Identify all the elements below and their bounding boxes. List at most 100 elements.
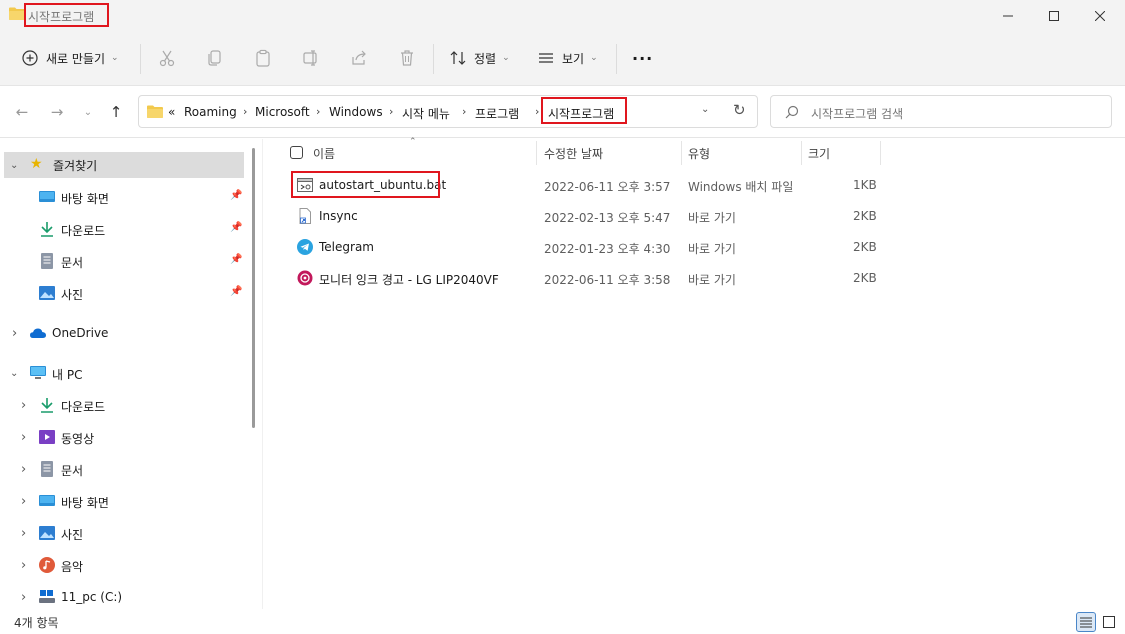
- view-button[interactable]: 보기 ⌄: [538, 44, 598, 72]
- download-icon: [41, 222, 53, 237]
- printer-shortcut-icon: [297, 270, 313, 286]
- refresh-button[interactable]: ↻: [733, 101, 746, 119]
- sidebar-item-label: 즐겨찾기: [53, 159, 98, 173]
- column-divider[interactable]: [880, 141, 881, 165]
- chevron-right-icon[interactable]: ›: [21, 494, 26, 509]
- large-icons-view-button[interactable]: [1099, 612, 1119, 632]
- sidebar-item-this-pc[interactable]: ⌄ 내 PC: [0, 360, 244, 386]
- chevron-right-icon[interactable]: ›: [21, 526, 26, 541]
- details-view-button[interactable]: [1076, 612, 1096, 632]
- breadcrumb-start-menu[interactable]: 시작 메뉴: [402, 105, 450, 122]
- sidebar-item-pictures[interactable]: 사진 📌: [0, 280, 244, 306]
- sidebar-item-onedrive[interactable]: › OneDrive: [0, 320, 244, 346]
- recent-locations-button[interactable]: ⌄: [77, 101, 99, 123]
- sidebar-item-music[interactable]: › 음악: [0, 552, 244, 578]
- pin-icon: 📌: [230, 254, 243, 265]
- chevron-right-icon[interactable]: ›: [12, 326, 17, 341]
- chevron-down-icon: ⌄: [701, 104, 710, 115]
- share-icon: [352, 50, 366, 65]
- sidebar-item-label: 11_pc (C:): [61, 590, 123, 604]
- title-bar: 시작프로그램: [0, 0, 1125, 32]
- arrow-left-icon: ←: [15, 103, 29, 121]
- cut-button[interactable]: [155, 46, 179, 70]
- rename-button[interactable]: [299, 46, 323, 70]
- delete-button[interactable]: [395, 46, 419, 70]
- music-icon: [39, 557, 55, 573]
- desktop-icon: [39, 495, 55, 506]
- column-divider[interactable]: [801, 141, 802, 165]
- chevron-down-icon[interactable]: ⌄: [10, 160, 18, 171]
- share-button[interactable]: [347, 46, 371, 70]
- sidebar-item-label: 다운로드: [61, 224, 106, 238]
- sidebar-item-pc-documents[interactable]: › 문서: [0, 456, 244, 482]
- chevron-right-icon[interactable]: ›: [21, 590, 26, 605]
- new-button[interactable]: 새로 만들기 ⌄: [22, 44, 119, 72]
- minimize-button[interactable]: [985, 0, 1031, 32]
- chevron-right-icon[interactable]: ›: [389, 105, 393, 118]
- pin-icon: 📌: [230, 222, 243, 233]
- column-header-date[interactable]: 수정한 날짜: [544, 145, 603, 162]
- paste-button[interactable]: [251, 46, 275, 70]
- back-button[interactable]: ←: [11, 101, 33, 123]
- download-icon: [41, 398, 53, 413]
- search-box[interactable]: 시작프로그램 검색: [770, 95, 1112, 128]
- sidebar-item-videos[interactable]: › 동영상: [0, 424, 244, 450]
- chevron-right-icon[interactable]: ›: [21, 558, 26, 573]
- address-bar[interactable]: « Roaming › Microsoft › Windows › 시작 메뉴 …: [138, 95, 758, 128]
- chevron-right-icon[interactable]: ›: [462, 105, 466, 118]
- sidebar-item-quick-access[interactable]: ⌄ ★ 즐겨찾기: [4, 152, 244, 178]
- toolbar-separator: [140, 44, 141, 74]
- file-date: 2022-02-13 오후 5:47: [544, 211, 671, 225]
- file-highlight-box: [291, 171, 440, 198]
- breadcrumb-highlight-box: [541, 97, 627, 124]
- column-divider[interactable]: [536, 141, 537, 165]
- pictures-icon: [39, 286, 55, 300]
- sidebar-item-pc-downloads[interactable]: › 다운로드: [0, 392, 244, 418]
- maximize-button[interactable]: [1031, 0, 1077, 32]
- sidebar-item-downloads[interactable]: 다운로드 📌: [0, 216, 244, 242]
- file-date: 2022-06-11 오후 3:57: [544, 180, 671, 194]
- chevron-right-icon[interactable]: ›: [21, 398, 26, 413]
- sidebar-scrollbar[interactable]: [252, 148, 255, 428]
- chevron-right-icon[interactable]: ›: [21, 462, 26, 477]
- refresh-icon: ↻: [733, 101, 746, 119]
- sort-button[interactable]: 정렬 ⌄: [450, 44, 510, 72]
- copy-button[interactable]: [203, 46, 227, 70]
- select-all-checkbox[interactable]: [290, 146, 303, 159]
- more-options-button[interactable]: ···: [632, 44, 653, 72]
- column-header-size[interactable]: 크기: [808, 145, 830, 162]
- sidebar-item-documents[interactable]: 문서 📌: [0, 248, 244, 274]
- forward-button[interactable]: →: [46, 101, 68, 123]
- sidebar-item-desktop[interactable]: 바탕 화면 📌: [0, 184, 244, 210]
- breadcrumb-microsoft[interactable]: Microsoft: [255, 105, 310, 119]
- chevron-right-icon[interactable]: ›: [243, 105, 247, 118]
- chevron-right-icon[interactable]: ›: [316, 105, 320, 118]
- breadcrumb-programs[interactable]: 프로그램: [475, 105, 519, 122]
- chevron-down-icon[interactable]: ⌄: [10, 368, 18, 379]
- close-button[interactable]: [1077, 0, 1123, 32]
- videos-icon: [39, 430, 55, 444]
- address-dropdown-button[interactable]: ⌄: [701, 104, 709, 115]
- tiles-view-icon: [1103, 616, 1115, 628]
- file-date: 2022-01-23 오후 4:30: [544, 242, 671, 256]
- breadcrumb-windows[interactable]: Windows: [329, 105, 383, 119]
- column-divider[interactable]: [681, 141, 682, 165]
- sidebar-item-label: 문서: [61, 464, 84, 478]
- file-name: Telegram: [319, 240, 374, 254]
- chevron-down-icon: ⌄: [502, 53, 510, 63]
- chevron-right-icon[interactable]: ›: [535, 105, 539, 118]
- breadcrumb-overflow[interactable]: «: [168, 105, 175, 119]
- pin-icon: 📌: [230, 286, 243, 297]
- breadcrumb-roaming[interactable]: Roaming: [184, 105, 237, 119]
- column-header-name[interactable]: 이름: [313, 145, 335, 162]
- chevron-right-icon[interactable]: ›: [21, 430, 26, 445]
- sidebar-item-label: 문서: [61, 256, 84, 270]
- document-icon: [41, 461, 53, 477]
- sidebar-item-pc-desktop[interactable]: › 바탕 화면: [0, 488, 244, 514]
- column-header-type[interactable]: 유형: [688, 145, 710, 162]
- sidebar-item-pc-pictures[interactable]: › 사진: [0, 520, 244, 546]
- command-bar: 새로 만들기 ⌄ 정렬 ⌄ 보기 ⌄ ···: [0, 32, 1125, 86]
- up-button[interactable]: ↑: [105, 101, 127, 123]
- sidebar-item-drive-c[interactable]: › 11_pc (C:): [0, 584, 244, 610]
- sidebar-item-label: 사진: [61, 288, 84, 302]
